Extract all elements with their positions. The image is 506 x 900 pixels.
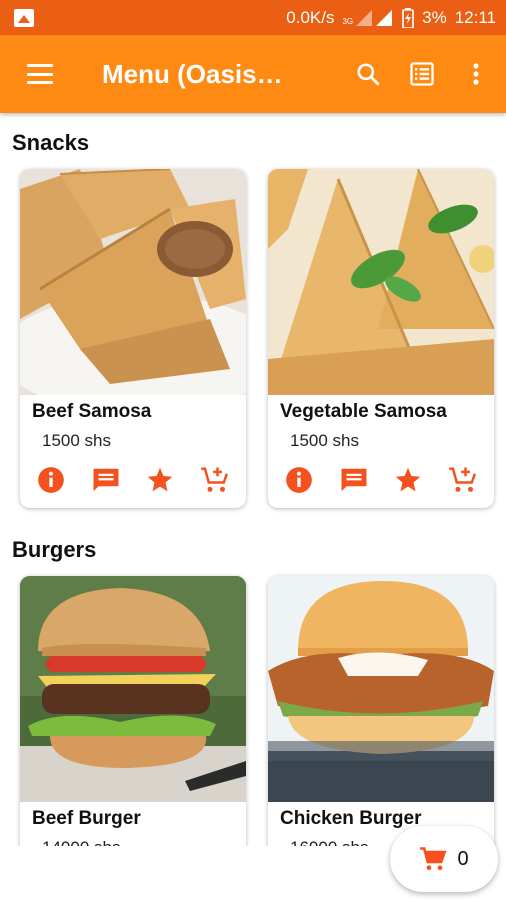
more-vert-icon[interactable] — [456, 54, 496, 94]
item-price: 1500 shs — [42, 431, 111, 450]
info-icon[interactable] — [282, 463, 316, 497]
clock: 12:11 — [454, 7, 496, 27]
signal-icon: 3G — [342, 9, 394, 26]
shopping-cart-icon — [419, 845, 447, 873]
item-name: Beef Burger — [32, 808, 141, 829]
info-icon[interactable] — [34, 463, 68, 497]
status-bar: 0.0K/s 3G 3% 12:11 — [0, 0, 506, 35]
add-to-cart-icon[interactable] — [446, 463, 480, 497]
add-to-cart-icon[interactable] — [198, 463, 232, 497]
page-title: Menu (Oasis… — [102, 58, 283, 89]
section-title-snacks: Snacks — [12, 130, 90, 155]
star-icon[interactable] — [143, 463, 177, 497]
item-name: Beef Samosa — [32, 401, 152, 422]
star-icon[interactable] — [391, 463, 425, 497]
menu-item-card[interactable]: Vegetable Samosa 1500 shs — [268, 169, 494, 508]
section-title-burgers: Burgers — [12, 537, 97, 562]
list-view-icon[interactable] — [402, 54, 442, 94]
item-price: 1500 shs — [290, 431, 359, 450]
chicken-burger-image — [268, 576, 494, 802]
cart-count: 0 — [457, 847, 469, 870]
item-name: Vegetable Samosa — [280, 401, 447, 422]
network-type: 3G — [342, 16, 354, 26]
network-speed: 0.0K/s — [286, 7, 335, 27]
menu-item-card[interactable]: Beef Burger 14000 shs — [20, 576, 246, 876]
menu-item-card[interactable]: Beef Samosa 1500 shs — [20, 169, 246, 508]
beef-samosa-image — [20, 169, 246, 395]
battery-icon — [402, 7, 414, 28]
image-notification-icon — [14, 8, 34, 27]
battery-level: 3% — [422, 7, 447, 27]
cart-button[interactable]: 0 — [390, 826, 498, 892]
comment-icon[interactable] — [89, 463, 123, 497]
app-bar: Menu (Oasis… — [0, 35, 506, 113]
search-icon[interactable] — [348, 54, 388, 94]
beef-burger-image — [20, 576, 246, 802]
menu-icon[interactable] — [27, 64, 53, 84]
vegetable-samosa-image — [268, 169, 494, 395]
comment-icon[interactable] — [337, 463, 371, 497]
